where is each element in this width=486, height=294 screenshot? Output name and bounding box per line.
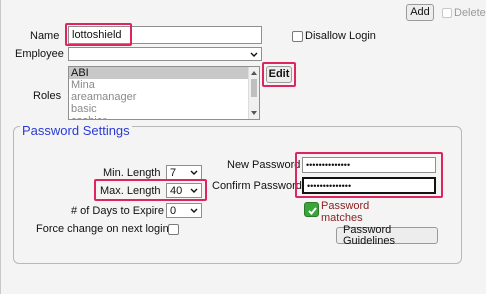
- force-change-label: Force change on next login: [36, 223, 169, 235]
- panel-border: [0, 0, 1, 294]
- scroll-up-icon[interactable]: [249, 69, 259, 77]
- scroll-down-icon[interactable]: [249, 109, 259, 117]
- max-length-highlight: [94, 179, 207, 201]
- match-status-line1: Password: [321, 200, 370, 212]
- chevron-down-icon: [190, 208, 198, 213]
- list-item[interactable]: basic: [69, 103, 259, 115]
- add-button[interactable]: Add: [406, 4, 434, 21]
- delete-checkbox[interactable]: [442, 8, 452, 18]
- password-settings-legend: Password Settings: [20, 123, 132, 138]
- edit-highlight: [262, 62, 296, 87]
- days-to-expire-select[interactable]: 0: [166, 203, 202, 218]
- min-length-select[interactable]: 7: [166, 165, 202, 180]
- chevron-down-icon: [250, 52, 258, 57]
- roles-scrollbar[interactable]: [248, 67, 259, 119]
- password-guidelines-button[interactable]: Password Guidelines: [336, 224, 438, 246]
- scrollbar-thumb[interactable]: [251, 79, 257, 97]
- days-to-expire-label: # of Days to Expire: [71, 205, 164, 217]
- disallow-login-checkbox[interactable]: [292, 31, 303, 42]
- list-item[interactable]: ABI: [69, 67, 259, 79]
- list-item[interactable]: Mina: [69, 79, 259, 91]
- roles-listbox[interactable]: ABI Mina areamanager basic cashier: [68, 66, 260, 120]
- password-fields-highlight: [295, 152, 443, 198]
- delete-label: Delete: [454, 7, 486, 19]
- list-item[interactable]: cashier: [69, 115, 259, 119]
- min-length-label: Min. Length: [103, 167, 161, 179]
- roles-label: Roles: [33, 90, 62, 102]
- chevron-down-icon: [190, 170, 198, 175]
- name-highlight: [65, 23, 132, 46]
- confirm-password-label: Confirm Password: [212, 180, 302, 192]
- disallow-login-label: Disallow Login: [305, 30, 376, 42]
- new-password-label: New Password: [227, 159, 301, 171]
- password-match-status: Password matches: [321, 200, 369, 224]
- name-label: Name: [30, 30, 60, 42]
- min-length-value: 7: [170, 167, 177, 179]
- employee-label: Employee: [15, 48, 64, 60]
- check-icon: [304, 202, 319, 217]
- match-status-line2: matches: [321, 212, 363, 224]
- list-item[interactable]: areamanager: [69, 91, 259, 103]
- days-to-expire-value: 0: [170, 205, 177, 217]
- force-change-checkbox[interactable]: [168, 224, 179, 235]
- employee-select[interactable]: [68, 47, 262, 61]
